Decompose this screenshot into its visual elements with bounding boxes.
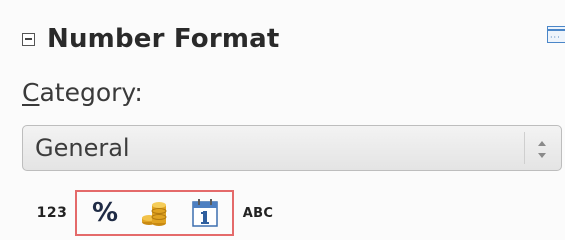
panel-header: Number Format — [22, 24, 280, 54]
collapse-minus-icon[interactable] — [22, 32, 35, 46]
chevron-up-icon — [538, 141, 546, 146]
category-label-text: ategory: — [39, 78, 143, 107]
more-options-icon[interactable]: ··· — [547, 26, 565, 43]
chevron-down-icon — [538, 153, 546, 158]
coins-currency-icon — [142, 202, 167, 226]
calendar-date-icon — [192, 199, 218, 227]
percent-format-button[interactable]: % — [88, 190, 122, 236]
text-format-button[interactable]: ABC — [238, 190, 278, 236]
category-accelerator: C — [22, 78, 40, 107]
category-label: Category: — [22, 78, 143, 107]
number-format-button[interactable]: 123 — [33, 190, 71, 236]
number-format-toolbar: 123 % ABC — [33, 190, 293, 236]
category-selected-value: General — [35, 134, 130, 162]
currency-format-button[interactable] — [138, 190, 172, 236]
date-format-button[interactable] — [188, 190, 222, 236]
more-options-dots: ··· — [550, 33, 561, 42]
more-options-bar — [548, 29, 565, 31]
category-select[interactable]: General — [22, 125, 562, 171]
panel-title: Number Format — [47, 24, 280, 54]
select-spinner-icon[interactable] — [524, 132, 561, 164]
